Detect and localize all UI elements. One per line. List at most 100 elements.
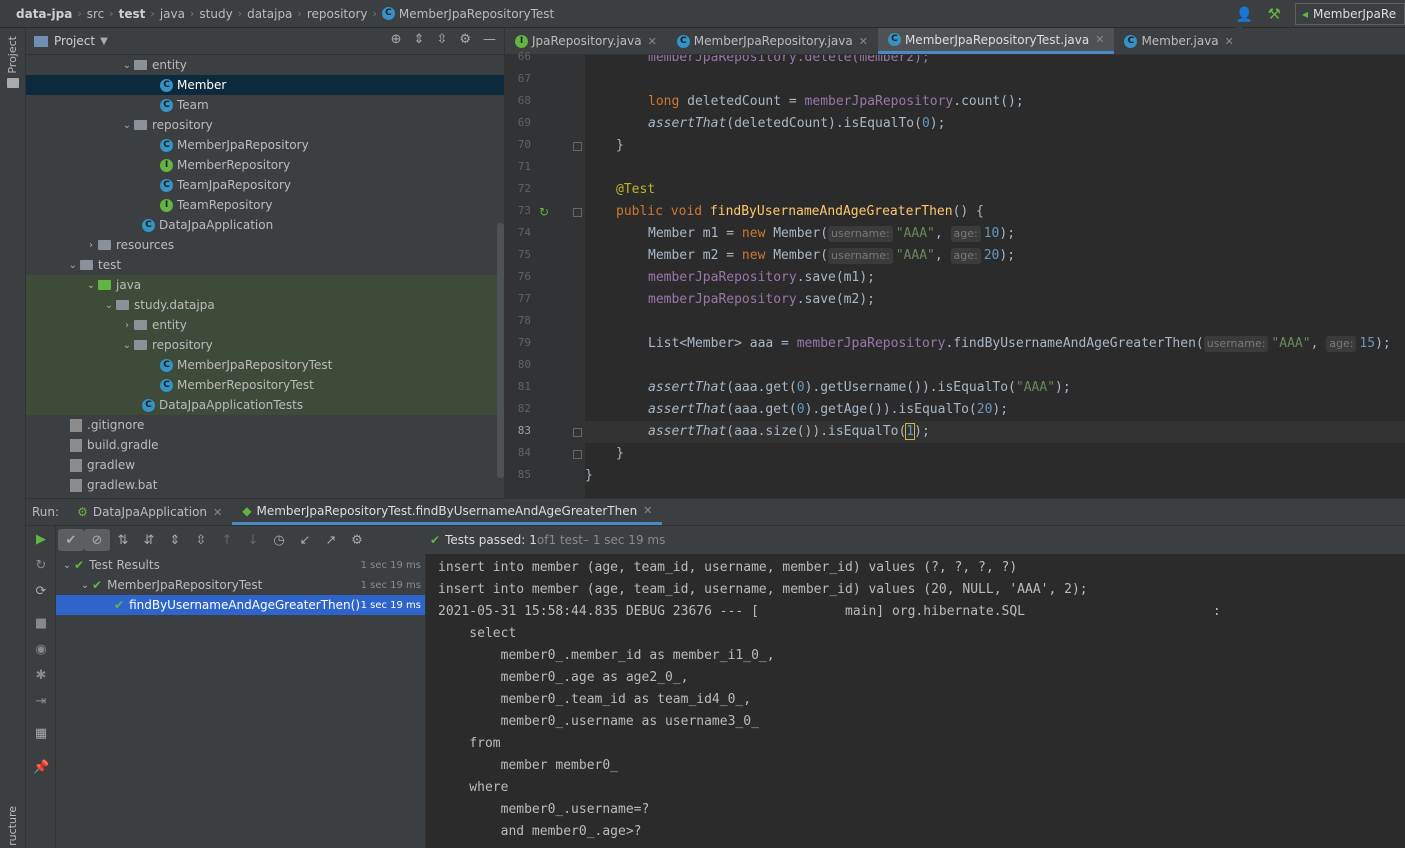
tree-item-team[interactable]: C Team: [26, 95, 504, 115]
arrow-down-icon[interactable]: ↓: [240, 529, 266, 551]
tree-item-member-jpa-repository-test[interactable]: C MemberJpaRepositoryTest: [26, 355, 504, 375]
tree-item-java[interactable]: ⌄ java: [26, 275, 504, 295]
run-tab-label: MemberJpaRepositoryTest.findByUsernameAn…: [256, 503, 638, 518]
tab-member-jpa-repository[interactable]: C MemberJpaRepository.java ✕: [667, 28, 878, 54]
tree-item-test-repository[interactable]: ⌄ repository: [26, 335, 504, 355]
expand-all-icon[interactable]: ⇕: [414, 32, 425, 47]
exit-icon[interactable]: ⇥: [33, 694, 49, 710]
run-test-icon[interactable]: ↻: [539, 205, 549, 219]
chevron-right-icon: ›: [125, 319, 129, 331]
tree-item-gradlew[interactable]: gradlew: [26, 455, 504, 475]
tree-item-entity[interactable]: ⌄ entity: [26, 55, 504, 75]
code-token: ).getAge()).isEqualTo(: [804, 402, 977, 417]
tab-label: Member.java: [1141, 34, 1219, 48]
tree-item-member-repository[interactable]: I MemberRepository: [26, 155, 504, 175]
fold-marker-icon[interactable]: [573, 142, 582, 151]
tree-item-build-gradle[interactable]: build.gradle: [26, 435, 504, 455]
rerun-icon[interactable]: ▶: [33, 532, 49, 548]
breadcrumb-test[interactable]: test: [119, 7, 146, 21]
project-panel-title[interactable]: Project: [54, 34, 95, 48]
console-line: member member0_: [438, 758, 619, 773]
tree-item-member-repository-test[interactable]: C MemberRepositoryTest: [26, 375, 504, 395]
hammer-icon[interactable]: ⚒: [1268, 5, 1281, 23]
run-tab-test[interactable]: ◆ MemberJpaRepositoryTest.findByUsernameA…: [232, 499, 663, 525]
close-icon[interactable]: ✕: [648, 35, 657, 48]
tree-item-data-jpa-application[interactable]: C DataJpaApplication: [26, 215, 504, 235]
tree-item-gitignore[interactable]: .gitignore: [26, 415, 504, 435]
breadcrumb-study[interactable]: study: [199, 7, 232, 21]
run-tab-data-jpa-application[interactable]: ⚙ DataJpaApplication ✕: [67, 499, 232, 525]
project-scrollbar[interactable]: [497, 223, 504, 478]
close-icon[interactable]: ✕: [213, 506, 222, 519]
layout-icon[interactable]: ▦: [33, 726, 49, 742]
breadcrumb-repository[interactable]: repository: [307, 7, 368, 21]
chevron-down-icon: ⌄: [80, 579, 90, 591]
sort-duration-icon[interactable]: ⇵: [136, 529, 162, 551]
close-icon[interactable]: ✕: [1225, 35, 1234, 48]
breadcrumb-src[interactable]: src: [87, 7, 105, 21]
console-line: member0_.username as username3_0_: [438, 714, 759, 729]
tree-item-team-jpa-repository[interactable]: C TeamJpaRepository: [26, 175, 504, 195]
gradle-icon: [70, 438, 82, 452]
test-tree-root[interactable]: ⌄ ✔ Test Results 1 sec 19 ms: [56, 555, 425, 575]
chevron-down-icon: ⌄: [122, 339, 132, 351]
project-tool-tab[interactable]: Project: [6, 36, 19, 74]
code-token: }: [616, 138, 624, 153]
camera-icon[interactable]: ◉: [33, 642, 49, 658]
line-number: 81: [517, 380, 531, 393]
breadcrumb-java[interactable]: java: [160, 7, 185, 21]
tree-item-data-jpa-application-tests[interactable]: C DataJpaApplicationTests: [26, 395, 504, 415]
code-token: deletedCount =: [679, 94, 805, 109]
tree-item-study-datajpa[interactable]: ⌄ study.datajpa: [26, 295, 504, 315]
console-output[interactable]: insert into member (age, team_id, userna…: [426, 554, 1405, 848]
arrow-up-icon[interactable]: ↑: [214, 529, 240, 551]
close-icon[interactable]: ✕: [1095, 33, 1104, 46]
tree-item-gradlew-bat[interactable]: gradlew.bat: [26, 475, 504, 495]
tree-item-resources[interactable]: › resources: [26, 235, 504, 255]
locate-icon[interactable]: ⊕: [391, 32, 402, 47]
rerun-failed-icon[interactable]: ↻: [33, 558, 49, 574]
test-tree-class[interactable]: ⌄ ✔ MemberJpaRepositoryTest 1 sec 19 ms: [56, 575, 425, 595]
tree-item-member-jpa-repository[interactable]: C MemberJpaRepository: [26, 135, 504, 155]
minimize-icon[interactable]: —: [483, 32, 496, 47]
close-icon[interactable]: ✕: [859, 35, 868, 48]
breadcrumb-datajpa[interactable]: datajpa: [247, 7, 292, 21]
collapse-all-icon[interactable]: ⇳: [188, 529, 214, 551]
history-icon[interactable]: ◷: [266, 529, 292, 551]
tab-member[interactable]: C Member.java ✕: [1114, 28, 1243, 54]
fold-marker-icon[interactable]: [573, 208, 582, 217]
code-editor[interactable]: memberJpaRepository.delete(member2); lon…: [585, 55, 1405, 498]
gear-icon[interactable]: ⚙: [459, 32, 471, 47]
console-line: 2021-05-31 15:58:44.835 DEBUG 23676 --- …: [438, 604, 1221, 619]
import-icon[interactable]: ↙: [292, 529, 318, 551]
debug-icon[interactable]: ✱: [33, 668, 49, 684]
class-icon: C: [676, 34, 690, 48]
structure-tool-tab[interactable]: ructure: [6, 806, 19, 846]
tree-item-team-repository[interactable]: I TeamRepository: [26, 195, 504, 215]
user-icon[interactable]: 👤▾: [1236, 7, 1254, 39]
stop-icon[interactable]: ■: [33, 616, 49, 632]
export-icon[interactable]: ↗: [318, 529, 344, 551]
breadcrumb-class[interactable]: C MemberJpaRepositoryTest: [381, 7, 554, 21]
fold-marker-icon[interactable]: [573, 450, 582, 459]
tree-item-member[interactable]: C Member: [26, 75, 504, 95]
tree-item-test-entity[interactable]: › entity: [26, 315, 504, 335]
toggle-auto-test-icon[interactable]: ⟳: [33, 584, 49, 600]
sort-alpha-icon[interactable]: ⇅: [110, 529, 136, 551]
pin-icon[interactable]: 📌: [33, 760, 49, 776]
fold-marker-icon[interactable]: [573, 428, 582, 437]
gear-icon[interactable]: ⚙: [344, 529, 370, 551]
tree-item-repository[interactable]: ⌄ repository: [26, 115, 504, 135]
test-tree-method[interactable]: ✔ findByUsernameAndAgeGreaterThen() 1 sec …: [56, 595, 425, 615]
show-ignored-icon[interactable]: ⊘: [84, 529, 110, 551]
tab-member-jpa-repository-test[interactable]: C MemberJpaRepositoryTest.java ✕: [877, 28, 1115, 54]
chevron-down-icon[interactable]: ▼: [100, 36, 108, 47]
breadcrumb-project[interactable]: data-jpa: [16, 7, 72, 21]
check-icon: ✔: [114, 598, 125, 612]
collapse-all-icon[interactable]: ⇳: [436, 32, 447, 47]
tree-item-test[interactable]: ⌄ test: [26, 255, 504, 275]
show-passed-icon[interactable]: ✔: [58, 529, 84, 551]
expand-all-icon[interactable]: ⇕: [162, 529, 188, 551]
run-config-selector[interactable]: ◂ MemberJpaRe: [1295, 3, 1405, 25]
close-icon[interactable]: ✕: [643, 504, 652, 517]
